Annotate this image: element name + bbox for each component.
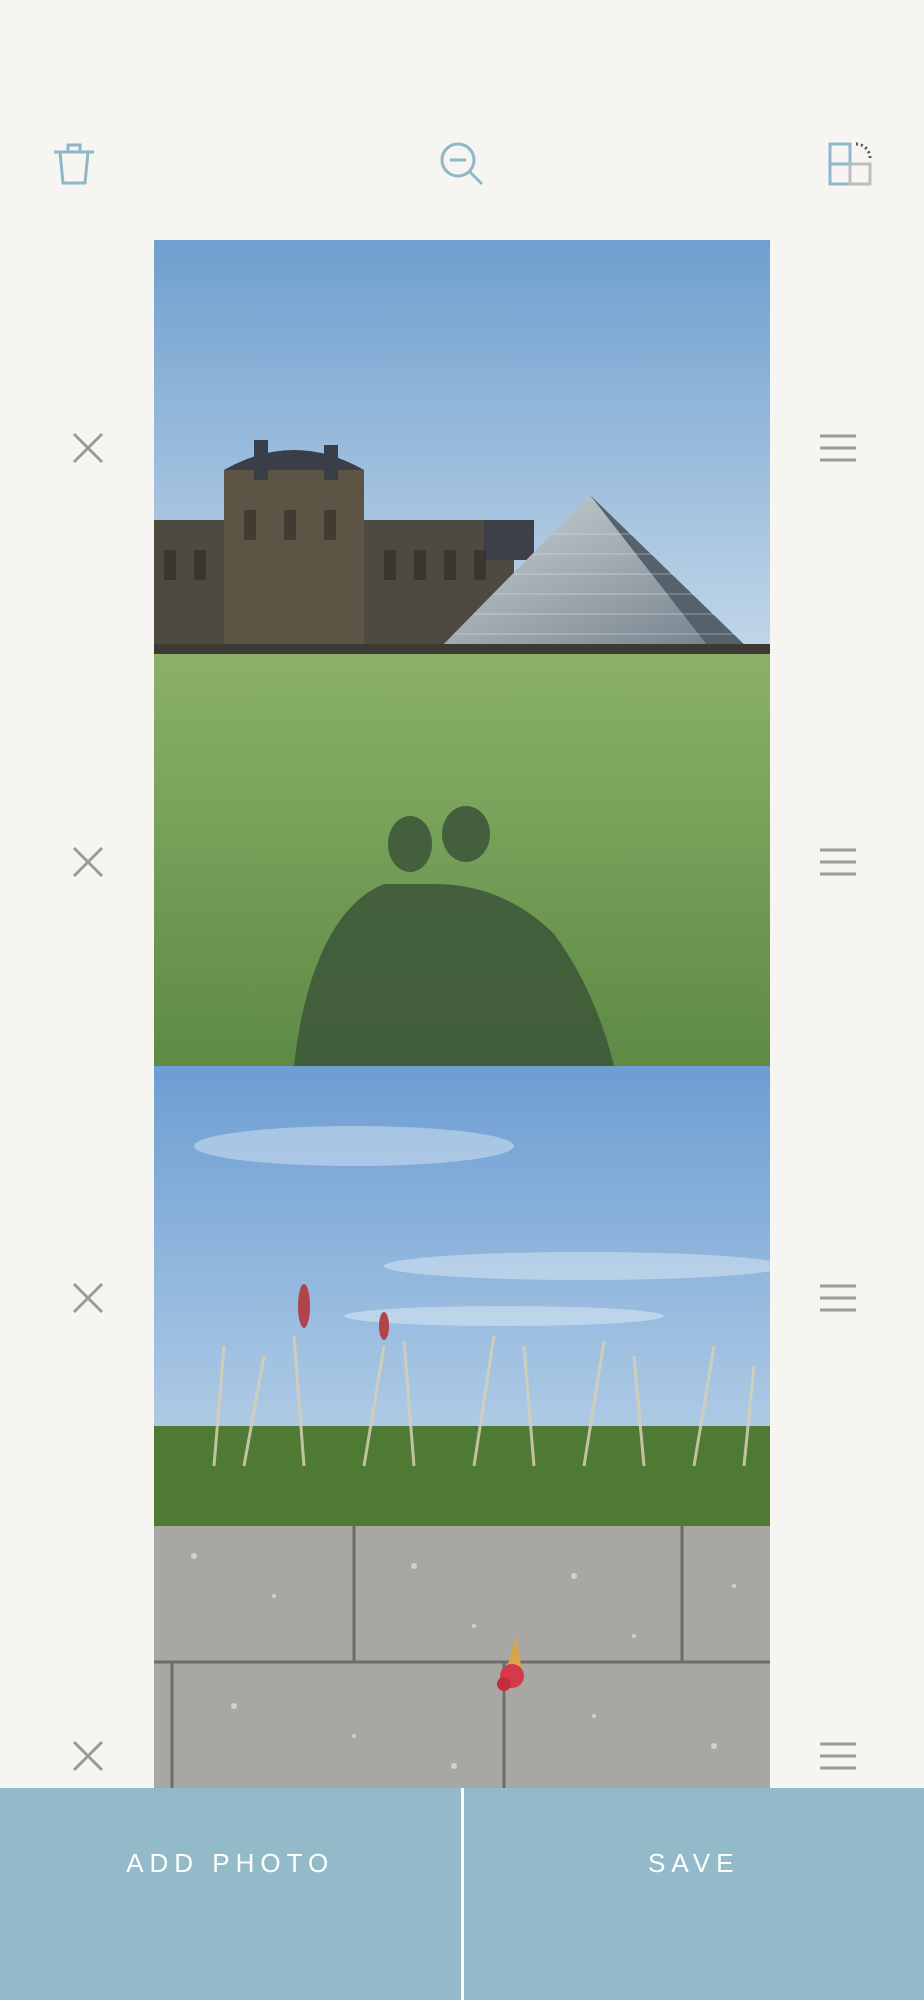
zoom-out-icon[interactable] [438, 140, 486, 188]
photo-strip [154, 240, 770, 1788]
reorder-photo-2-drag-handle-icon[interactable] [818, 842, 858, 882]
reorder-photo-4-drag-handle-icon[interactable] [818, 1736, 858, 1776]
photo-louvre-pyramid[interactable] [154, 240, 770, 654]
remove-photo-4-close-icon[interactable] [68, 1736, 108, 1776]
add-photo-button[interactable]: ADD PHOTO [0, 1788, 461, 2000]
remove-photo-2-close-icon[interactable] [68, 842, 108, 882]
remove-photo-3-close-icon[interactable] [68, 1278, 108, 1318]
reorder-photo-1-drag-handle-icon[interactable] [818, 428, 858, 468]
photo-grass-and-sky[interactable] [154, 1066, 770, 1526]
save-button[interactable]: SAVE [463, 1788, 924, 2000]
top-toolbar [0, 0, 924, 240]
reorder-photo-3-drag-handle-icon[interactable] [818, 1278, 858, 1318]
layout-grid-icon[interactable] [826, 140, 874, 188]
trash-icon[interactable] [50, 140, 98, 188]
remove-photo-1-close-icon[interactable] [68, 428, 108, 468]
bottom-action-bar: ADD PHOTO SAVE [0, 1788, 924, 2000]
photo-flower-on-pavement[interactable] [154, 1526, 770, 1788]
photo-shadow-on-grass[interactable] [154, 654, 770, 1066]
